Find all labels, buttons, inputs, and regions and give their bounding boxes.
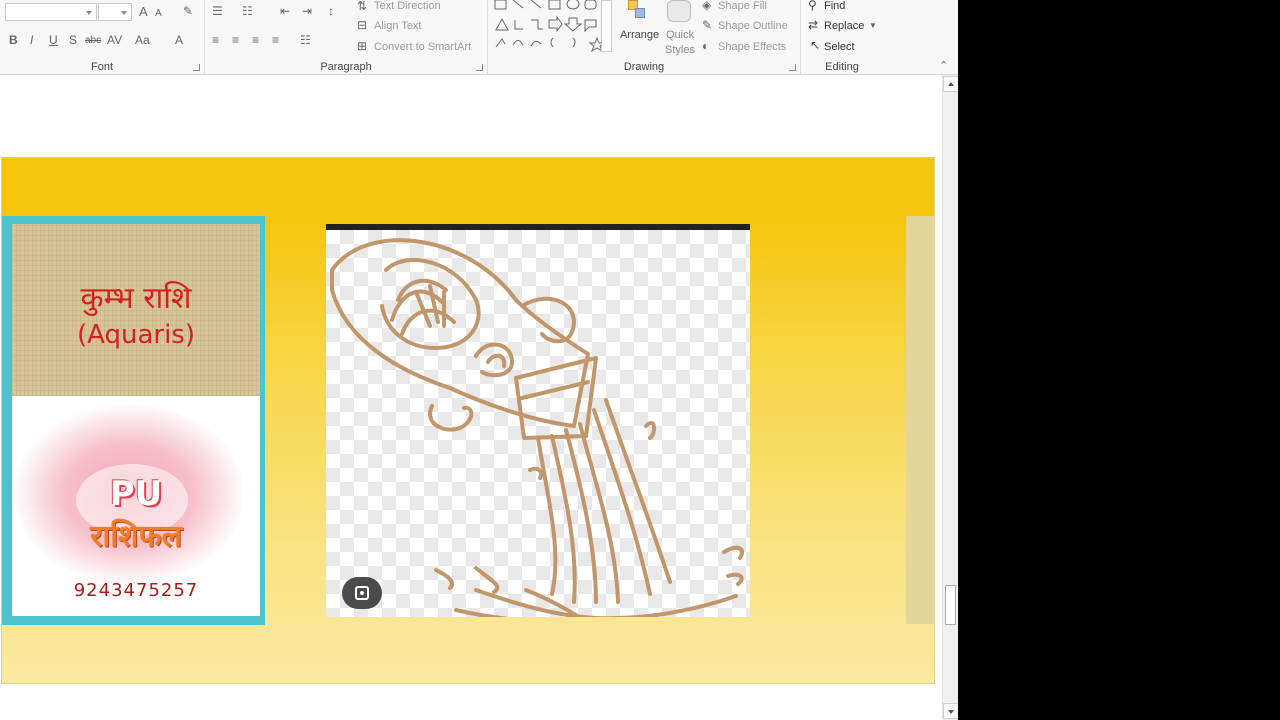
contact-phone: 9243475257 — [73, 580, 199, 601]
select-button[interactable]: Select — [824, 41, 855, 53]
paragraph-group-label: Paragraph — [320, 61, 372, 73]
replace-button[interactable]: Replace — [824, 20, 864, 32]
shape-fill-icon: ◈ — [702, 0, 712, 12]
justify-icon[interactable]: ≡ — [272, 34, 279, 46]
quick-styles-label-2: Styles — [665, 44, 695, 56]
vertical-scrollbar[interactable] — [942, 75, 958, 720]
convert-smartart-button[interactable]: Convert to SmartArt — [374, 41, 471, 53]
card-title-hindi: कुम्भ राशि — [80, 281, 192, 316]
select-icon: ↖ — [810, 38, 821, 52]
shape-effects-button[interactable]: Shape Effects — [718, 41, 786, 53]
font-color-button[interactable]: A — [175, 34, 183, 46]
bold-button[interactable]: B — [9, 34, 18, 46]
font-name-box[interactable] — [5, 3, 97, 21]
shape-effects-icon: ◐ — [702, 39, 710, 53]
font-dialog-launcher-icon[interactable] — [193, 64, 200, 71]
card-papyrus-panel: कुम्भ राशि (Aquaris) — [12, 224, 260, 396]
smartart-icon: ⊞ — [357, 39, 368, 53]
paragraph-dialog-launcher-icon[interactable] — [476, 64, 483, 71]
align-left-icon[interactable]: ≡ — [212, 34, 219, 46]
right-side-band — [906, 216, 935, 624]
shape-fill-button[interactable]: Shape Fill — [718, 0, 767, 12]
quick-styles-button[interactable]: Quick Styles — [663, 0, 699, 58]
font-group-label: Font — [90, 61, 113, 73]
paragraph-group: ☰ ☷ ⇤ ⇥ ↕ ≡ ≡ ≡ ≡ ☷ ⇅ Text Direction ⊟ A… — [205, 0, 488, 75]
align-center-icon[interactable]: ≡ — [232, 34, 239, 46]
bullets-icon[interactable]: ☰ — [212, 5, 223, 17]
drawing-dialog-launcher-icon[interactable] — [789, 64, 796, 71]
shrink-font-icon[interactable]: A — [155, 8, 162, 20]
black-letterbox — [958, 0, 1280, 720]
replace-dropdown-icon[interactable]: ▼ — [869, 20, 877, 32]
logo-pu-text: PU — [109, 474, 163, 514]
scroll-up-arrow-icon[interactable] — [943, 76, 958, 92]
visual-search-button[interactable] — [342, 577, 382, 609]
grow-font-icon[interactable]: A — [139, 5, 148, 18]
font-group: A A ✎ B I U S abc AV Aa A Font — [0, 0, 205, 75]
shape-outline-button[interactable]: Shape Outline — [718, 20, 788, 32]
drawing-group-label: Drawing — [623, 61, 665, 73]
decrease-indent-icon[interactable]: ⇤ — [280, 5, 290, 17]
water-pot-drawing — [330, 238, 744, 617]
quick-styles-icon — [667, 0, 691, 22]
scroll-thumb[interactable] — [945, 585, 956, 625]
shapes-gallery[interactable] — [493, 0, 606, 52]
underline-button[interactable]: U — [49, 34, 58, 46]
collapse-ribbon-icon[interactable]: ⌃ — [939, 60, 948, 72]
align-right-icon[interactable]: ≡ — [252, 34, 259, 46]
editing-group: ⚲ Find ⇄ Replace ▼ ↖ Select Editing — [801, 0, 883, 75]
arrange-label: Arrange — [620, 29, 660, 41]
shapes-gallery-scroll[interactable] — [601, 0, 612, 52]
clear-formatting-icon[interactable]: ✎ — [183, 5, 193, 17]
columns-icon[interactable]: ☷ — [300, 34, 311, 46]
scroll-down-arrow-icon[interactable] — [943, 703, 958, 719]
align-text-button[interactable]: Align Text — [374, 20, 422, 32]
shapes-gallery-icons — [494, 0, 606, 52]
find-icon: ⚲ — [808, 0, 817, 12]
text-direction-icon: ⇅ — [357, 0, 368, 13]
ribbon: A A ✎ B I U S abc AV Aa A Font ☰ ☷ ⇤ ⇥ ↕… — [0, 0, 958, 75]
powerpoint-window: A A ✎ B I U S abc AV Aa A Font ☰ ☷ ⇤ ⇥ ↕… — [0, 0, 958, 720]
font-size-box[interactable] — [98, 3, 132, 21]
aquarius-water-bearer-image[interactable] — [326, 224, 750, 617]
change-case-button[interactable]: Aa — [135, 34, 150, 46]
replace-icon: ⇄ — [808, 18, 819, 32]
italic-button[interactable]: I — [30, 34, 33, 46]
line-spacing-icon[interactable]: ↕ — [328, 5, 334, 17]
lens-icon — [355, 586, 369, 600]
logo-rashifal-text: राशिफल — [90, 519, 182, 554]
align-text-icon: ⊟ — [357, 18, 368, 32]
character-spacing-icon[interactable]: AV — [107, 34, 122, 46]
quick-styles-label-1: Quick — [666, 29, 695, 41]
find-button[interactable]: Find — [824, 0, 845, 12]
strikethrough-button[interactable]: abc — [85, 35, 101, 47]
arrange-icon — [628, 0, 646, 20]
card-logo-panel: PU राशिफल 9243475257 — [12, 396, 260, 616]
drawing-group: Arrange Quick Styles ◈ Shape Fill ✎ Shap… — [488, 0, 801, 75]
increase-indent-icon[interactable]: ⇥ — [302, 5, 312, 17]
aquarius-info-card[interactable]: कुम्भ राशि (Aquaris) PU राशिफल 924347525… — [2, 216, 265, 625]
shadow-button[interactable]: S — [69, 34, 77, 46]
editing-group-label: Editing — [825, 61, 859, 73]
card-title-english: (Aquaris) — [77, 320, 195, 350]
arrange-button[interactable]: Arrange — [618, 0, 660, 55]
text-direction-button[interactable]: Text Direction — [374, 0, 441, 12]
numbering-icon[interactable]: ☷ — [242, 5, 253, 17]
shape-outline-icon: ✎ — [702, 18, 713, 32]
